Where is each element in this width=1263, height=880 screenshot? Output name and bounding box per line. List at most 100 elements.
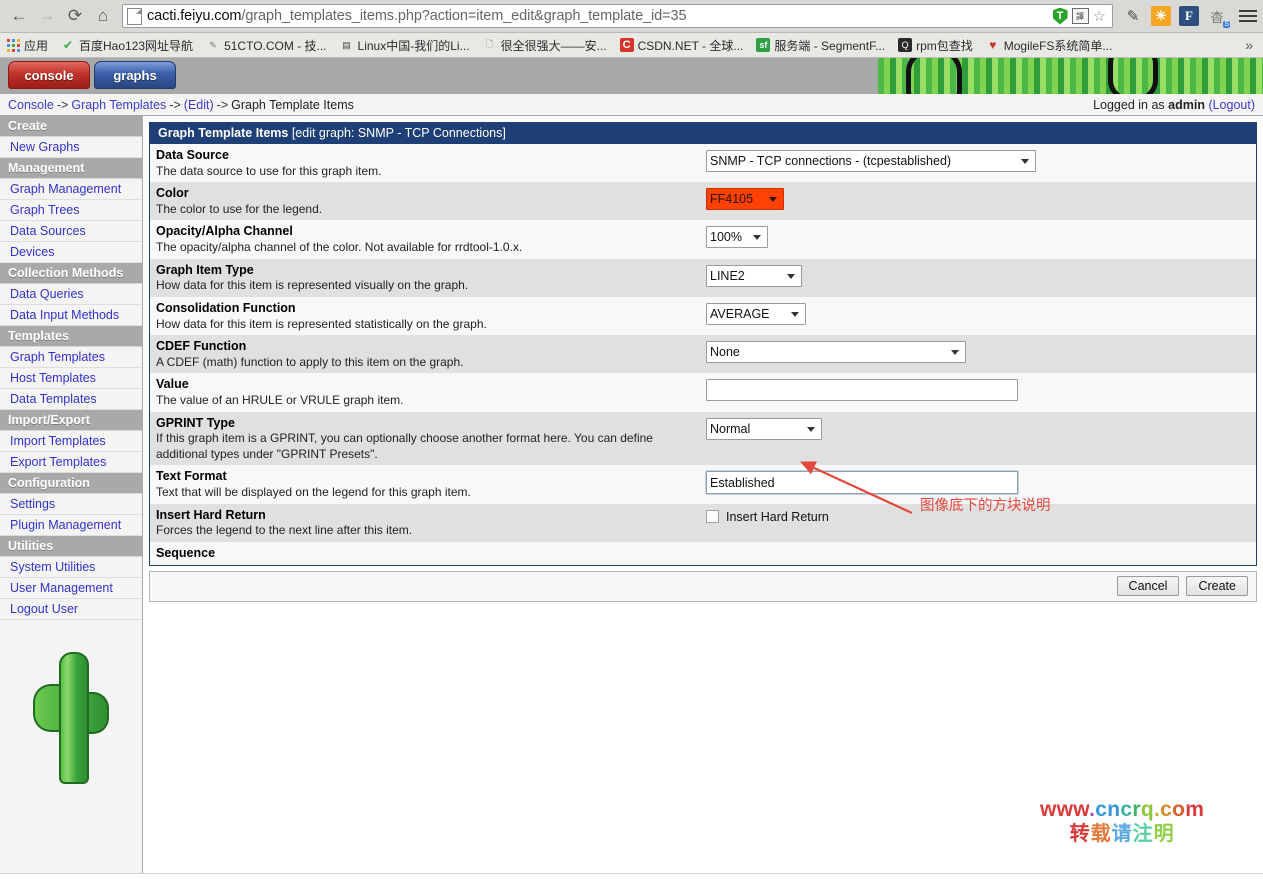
sidebar-header-create: Create: [0, 116, 142, 137]
breadcrumb-current: Graph Template Items: [231, 97, 354, 112]
star-extension-icon[interactable]: ✳: [1151, 6, 1171, 26]
form-row-color: Color The color to use for the legend. F…: [150, 182, 1256, 221]
sidebar-item-logout-user[interactable]: Logout User: [0, 599, 142, 620]
f-extension-icon[interactable]: F: [1179, 6, 1199, 26]
watermark-line2: 转载请注明: [1069, 821, 1175, 846]
text-format-input[interactable]: [705, 470, 1019, 496]
consolidation-function-select[interactable]: AVERAGE: [706, 302, 806, 325]
home-icon[interactable]: ⌂: [90, 3, 116, 29]
breadcrumb-console[interactable]: Console: [8, 98, 54, 112]
sidebar-item-plugin-management[interactable]: Plugin Management: [0, 515, 142, 536]
login-info: Logged in as admin (Logout): [1093, 98, 1255, 112]
graph-item-type-select[interactable]: LINE2: [706, 264, 802, 287]
breadcrumb-edit[interactable]: (Edit): [184, 98, 214, 112]
bookmark-hao123[interactable]: ✔ 百度Hao123网址导航: [61, 37, 193, 54]
bookmark-linuxcn[interactable]: ▤ Linux中国-我们的Li...: [340, 37, 469, 54]
back-icon[interactable]: ←: [6, 3, 32, 29]
bookmark-label: 应用: [24, 38, 49, 53]
sidebar-item-system-utilities[interactable]: System Utilities: [0, 557, 142, 578]
sidebar-item-devices[interactable]: Devices: [0, 242, 142, 263]
bookmark-label: rpm包查找: [916, 38, 973, 53]
translate-icon[interactable]: 譯: [1071, 8, 1089, 24]
sidebar-item-import-templates[interactable]: Import Templates: [0, 431, 142, 452]
address-bar[interactable]: cacti.feiyu.com/graph_templates_items.ph…: [122, 4, 1113, 28]
field-description: The color to use for the legend.: [156, 201, 323, 216]
opacity-select[interactable]: 100%: [706, 226, 768, 249]
sidebar-item-new-graphs[interactable]: New Graphs: [0, 137, 142, 158]
sidebar-item-graph-management[interactable]: Graph Management: [0, 179, 142, 200]
form-row-insert-hard-return: Insert Hard Return Forces the legend to …: [150, 503, 1256, 542]
data-source-select-wrap: SNMP - TCP connections - (tcpestablished…: [706, 150, 1036, 172]
sidebar-item-data-sources[interactable]: Data Sources: [0, 221, 142, 242]
cancel-button[interactable]: Cancel: [1116, 576, 1180, 597]
tab-console[interactable]: console: [8, 61, 90, 89]
opacity-select-wrap: 100%: [706, 226, 768, 249]
bookmarks-overflow-icon[interactable]: »: [1245, 37, 1257, 53]
form-row-cdef-function: CDEF Function A CDEF (math) function to …: [150, 335, 1256, 374]
reload-icon[interactable]: ⟳: [62, 3, 88, 29]
logout-link[interactable]: (Logout): [1208, 98, 1255, 112]
bookmark-star-icon[interactable]: ☆: [1093, 7, 1106, 25]
sidebar-item-data-queries[interactable]: Data Queries: [0, 284, 142, 305]
browser-menu-icon[interactable]: [1239, 10, 1257, 22]
consolidation-function-select-wrap: AVERAGE: [706, 302, 806, 325]
address-bar-text: cacti.feiyu.com/graph_templates_items.ph…: [147, 8, 1053, 24]
sidebar-item-graph-templates[interactable]: Graph Templates: [0, 347, 142, 368]
sidebar-item-data-input-methods[interactable]: Data Input Methods: [0, 305, 142, 326]
insert-hard-return-checkbox[interactable]: [706, 510, 719, 524]
page-icon: 🗋: [485, 39, 494, 49]
form-row-control: SNMP - TCP connections - (tcpestablished…: [706, 147, 1250, 172]
form-row-text: Opacity/Alpha Channel The opacity/alpha …: [156, 223, 706, 255]
form-row-text-format: Text Format Text that will be displayed …: [150, 465, 1256, 504]
sidebar-header-collection-methods: Collection Methods: [0, 263, 142, 284]
form-row-control: 100%: [706, 223, 1250, 249]
panel-title: Graph Template Items [edit graph: SNMP -…: [150, 122, 1256, 144]
form-row-text: CDEF Function A CDEF (math) function to …: [156, 338, 706, 370]
addressbar-icons: T 譯 ☆: [1052, 7, 1108, 25]
cactus-logo: [0, 620, 142, 784]
graph-template-items-panel: Graph Template Items [edit graph: SNMP -…: [149, 122, 1257, 566]
value-input[interactable]: [706, 379, 1018, 402]
create-button[interactable]: Create: [1186, 576, 1248, 597]
sidebar-header-utilities: Utilities: [0, 536, 142, 557]
sidebar: Create New Graphs Management Graph Manag…: [0, 116, 143, 874]
bookmark-51cto[interactable]: ✎ 51CTO.COM - 技...: [206, 37, 326, 54]
gprint-type-select[interactable]: Normal: [706, 417, 822, 440]
url-host: cacti.feiyu.com: [147, 8, 242, 24]
apps-grid-icon: [6, 38, 20, 52]
tab-graphs[interactable]: graphs: [94, 61, 176, 89]
insert-hard-return-label: Insert Hard Return: [726, 509, 829, 524]
bookmark-mogilefs[interactable]: ♥ MogileFS系统简单...: [986, 37, 1112, 54]
form-row-opacity: Opacity/Alpha Channel The opacity/alpha …: [150, 220, 1256, 259]
bookmark-csdn[interactable]: C CSDN.NET - 全球...: [619, 37, 743, 54]
sidebar-item-host-templates[interactable]: Host Templates: [0, 368, 142, 389]
bookmark-segmentfault[interactable]: sf 服务端 - SegmentF...: [756, 37, 885, 54]
field-label: Data Source: [156, 148, 229, 162]
chinese-extension-icon[interactable]: 杳S: [1207, 6, 1230, 28]
pen-extension-icon[interactable]: ✎: [1123, 6, 1143, 26]
form-row-text: Graph Item Type How data for this item i…: [156, 262, 706, 294]
sidebar-item-settings[interactable]: Settings: [0, 494, 142, 515]
form-row-gprint-type: GPRINT Type If this graph item is a GPRI…: [150, 411, 1256, 466]
sidebar-item-user-management[interactable]: User Management: [0, 578, 142, 599]
form-row-control: FF4105: [706, 185, 1250, 211]
chinese-extension-glyph: 杳: [1210, 9, 1224, 25]
form-row-control: AVERAGE: [706, 300, 1250, 325]
sidebar-item-graph-trees[interactable]: Graph Trees: [0, 200, 142, 221]
shield-icon[interactable]: T: [1052, 7, 1068, 25]
cdef-function-select[interactable]: None: [706, 341, 966, 364]
window-bottom-edge: [0, 873, 1263, 880]
breadcrumb-graph-templates[interactable]: Graph Templates: [71, 98, 166, 112]
bookmarks-bar: 应用 ✔ 百度Hao123网址导航 ✎ 51CTO.COM - 技... ▤ L…: [0, 33, 1263, 58]
color-select-wrap: FF4105: [706, 188, 784, 211]
forward-icon[interactable]: →: [34, 3, 60, 29]
bookmark-quanqiang[interactable]: 🗋 很全很强大——安...: [483, 37, 607, 54]
graph-item-type-select-wrap: LINE2: [706, 264, 802, 287]
color-select[interactable]: FF4105: [706, 188, 784, 211]
sidebar-item-export-templates[interactable]: Export Templates: [0, 452, 142, 473]
data-source-select[interactable]: SNMP - TCP connections - (tcpestablished…: [706, 150, 1036, 172]
sidebar-item-data-templates[interactable]: Data Templates: [0, 389, 142, 410]
bookmark-apps[interactable]: 应用: [6, 37, 48, 54]
extension-icons: ✎ ✳ F 杳S: [1119, 6, 1257, 28]
bookmark-rpm-search[interactable]: Q rpm包查找: [898, 37, 973, 54]
